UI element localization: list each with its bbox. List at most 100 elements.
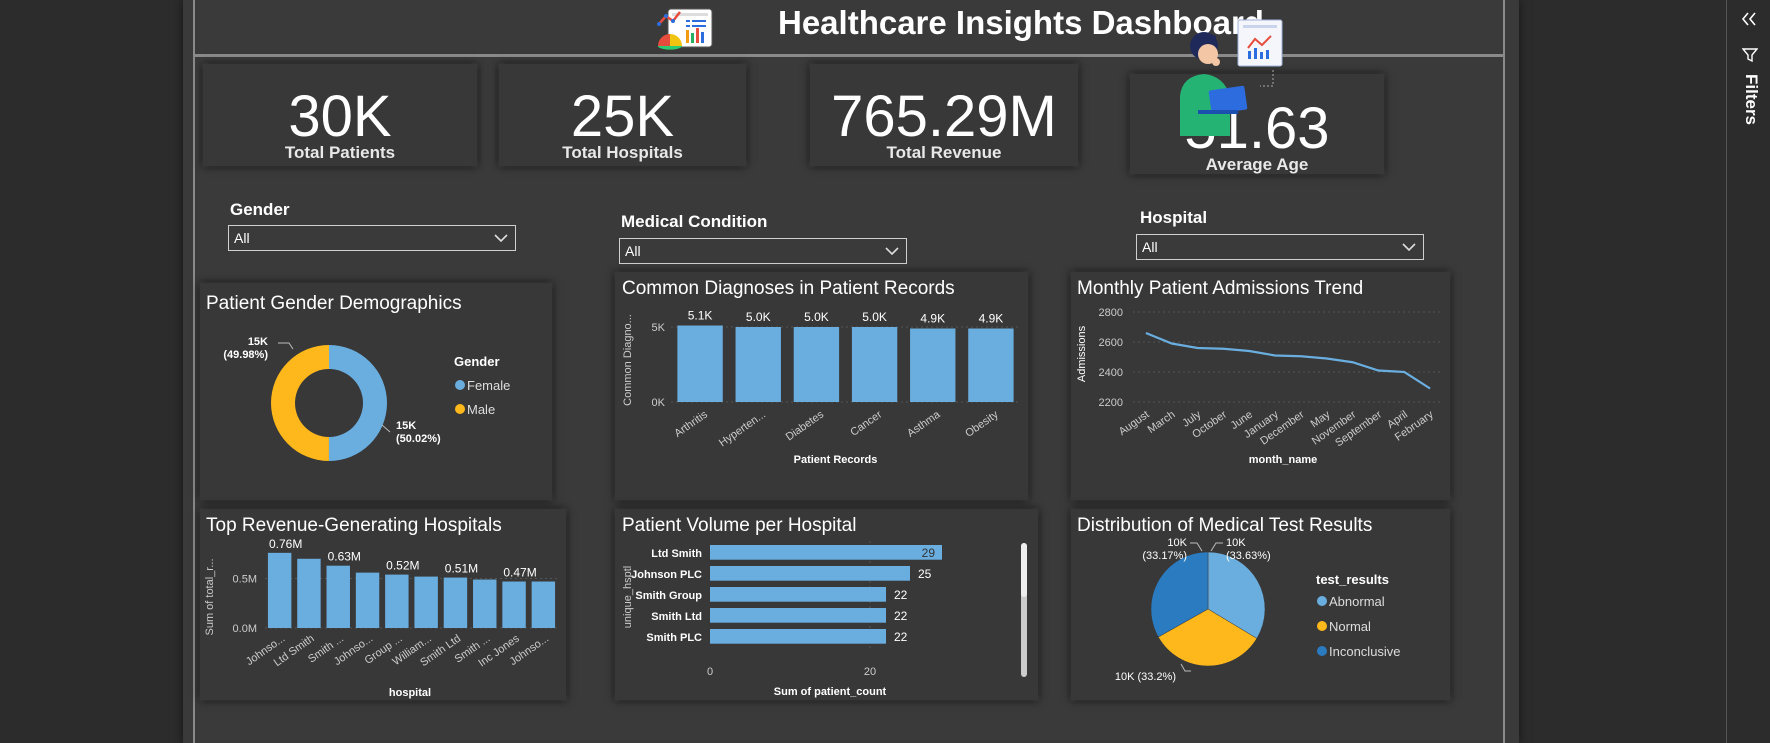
- data-label: 0.52M: [386, 559, 419, 573]
- legend-marker: [1317, 596, 1327, 606]
- card-monthly-admissions[interactable]: Monthly Patient Admissions Trend 2200 240…: [1071, 272, 1450, 500]
- chevron-down-icon: [1402, 243, 1416, 252]
- data-label: 4.9K: [979, 312, 1004, 326]
- donut-slice-male: [271, 345, 329, 461]
- x-tick-label: August: [1117, 409, 1152, 438]
- bar: [414, 576, 438, 628]
- bar: [968, 328, 1014, 402]
- kpi-label: Total Patients: [284, 143, 396, 162]
- data-label: 0.51M: [445, 562, 478, 576]
- y-axis-title: unique_hsptl: [622, 566, 634, 628]
- y-tick-label: 2400: [1099, 367, 1123, 379]
- slicer-title-gender: Gender: [230, 200, 290, 219]
- data-label: 22: [894, 630, 908, 644]
- legend-label: Female: [467, 378, 510, 393]
- legend-title: test_results: [1316, 572, 1389, 587]
- data-label: 10K (33.2%): [1115, 671, 1176, 683]
- kpi-card-total-hospitals[interactable]: 25K Total Hospitals: [499, 64, 746, 166]
- leader-line: [278, 342, 294, 350]
- y-tick-label: Smith Group: [635, 590, 702, 602]
- kpi-value: 25K: [570, 84, 675, 149]
- legend-marker: [455, 404, 465, 414]
- x-tick-label: Cancer: [848, 408, 884, 438]
- y-tick-label: 0K: [652, 397, 666, 409]
- chevron-down-icon: [494, 234, 508, 243]
- x-axis-title: Patient Records: [794, 454, 878, 466]
- collapse-chevrons-icon[interactable]: [1740, 12, 1758, 26]
- bar: [677, 325, 723, 402]
- data-label: 10K: [1226, 537, 1246, 549]
- y-tick-label: 5K: [652, 322, 666, 334]
- y-axis-title: Common Diagno...: [622, 314, 634, 406]
- bar: [910, 328, 956, 402]
- x-axis-title: hospital: [389, 687, 431, 699]
- card-common-diagnoses[interactable]: Common Diagnoses in Patient Records 0K 5K…: [615, 272, 1028, 500]
- x-tick-label: 0: [707, 666, 713, 678]
- kpi-label: Total Hospitals: [562, 143, 683, 162]
- y-tick-label: 0.5M: [233, 574, 257, 586]
- data-label: 5.0K: [862, 310, 887, 324]
- filter-funnel-icon[interactable]: [1742, 47, 1758, 63]
- legend-label: Male: [467, 402, 495, 417]
- kpi-value: 30K: [288, 84, 392, 149]
- y-axis-title: Admissions: [1076, 325, 1088, 382]
- x-tick-label: Obesity: [963, 408, 1001, 440]
- y-tick-label: 2800: [1099, 307, 1123, 319]
- leader-line: [1180, 663, 1191, 672]
- data-label: 5.0K: [804, 310, 829, 324]
- data-label-percent: (49.98%): [223, 349, 268, 361]
- gender-donut-chart: 15K(50.02%)15K(49.98%) GenderFemaleMale: [223, 336, 510, 461]
- bar: [267, 552, 292, 628]
- donut-slice-female: [328, 345, 388, 461]
- bar: [473, 579, 497, 628]
- scrollbar-thumb: [1021, 543, 1027, 597]
- data-label: 10K: [1167, 537, 1187, 549]
- data-label: 29: [922, 546, 936, 560]
- legend-marker: [1317, 621, 1327, 631]
- card-patient-volume[interactable]: Patient Volume per Hospital Ltd Smith 29 J…: [615, 509, 1038, 700]
- kpi-label: Average Age: [1205, 155, 1309, 174]
- legend-label: Inconclusive: [1329, 644, 1401, 659]
- card-medical-test-results[interactable]: Distribution of Medical Test Results 10K…: [1071, 509, 1450, 700]
- leader-line: [1190, 542, 1203, 552]
- bar: [710, 629, 886, 644]
- gender-dropdown[interactable]: All: [228, 225, 516, 251]
- bar: [531, 581, 556, 628]
- bar: [443, 577, 468, 628]
- kpi-label: Total Revenue: [886, 143, 1002, 162]
- bar: [502, 581, 526, 628]
- data-label: (33.17%): [1142, 550, 1187, 562]
- data-label: 0.63M: [328, 550, 361, 564]
- bar: [793, 327, 840, 402]
- card-gender-demographics[interactable]: Patient Gender Demographics 15K (50.02%) 1…: [200, 283, 552, 500]
- y-tick-label: Johnson PLC: [631, 569, 702, 581]
- kpi-card-total-revenue[interactable]: 765.29M Total Revenue: [810, 64, 1078, 166]
- card-top-revenue-hospitals[interactable]: Top Revenue-Generating Hospitals 0.0M 0.5…: [200, 509, 566, 700]
- legend-label: Abnormal: [1329, 594, 1385, 609]
- data-label-value: 15K: [396, 420, 416, 432]
- legend-label: Normal: [1329, 619, 1371, 634]
- data-label: 25: [918, 567, 932, 581]
- y-tick-label: 0.0M: [233, 623, 257, 635]
- revenue-bar-chart: 0.0M0.5M0.76MJohnso...Ltd Smith0.63MSmit…: [204, 537, 558, 699]
- y-tick-label: Smith PLC: [646, 632, 702, 644]
- data-label: 5.0K: [746, 310, 771, 324]
- bar: [326, 565, 350, 628]
- report-page: Healthcare Insights Dashboard 30K Total …: [183, 0, 1519, 743]
- medical-condition-dropdown[interactable]: All: [619, 238, 907, 264]
- legend-marker: [455, 380, 465, 390]
- hospital-dropdown[interactable]: All: [1136, 234, 1424, 260]
- x-tick-label: Asthma: [905, 408, 943, 440]
- series-line: [1145, 331, 1431, 390]
- data-label-value: 15K: [248, 336, 268, 348]
- bar: [297, 558, 321, 628]
- x-axis-title: month_name: [1249, 454, 1317, 466]
- x-tick-label: Arthritis: [672, 408, 710, 440]
- tests-pie-chart: 10K(33.63%)10K(33.17%)10K (33.2%)test_re…: [1115, 537, 1401, 683]
- bar: [355, 572, 380, 628]
- data-label: 4.9K: [920, 312, 945, 326]
- data-label: 0.47M: [503, 566, 536, 580]
- x-tick-label: Diabetes: [784, 408, 827, 443]
- kpi-card-total-patients[interactable]: 30K Total Patients: [203, 64, 477, 166]
- slicer-title-hospital: Hospital: [1140, 208, 1208, 227]
